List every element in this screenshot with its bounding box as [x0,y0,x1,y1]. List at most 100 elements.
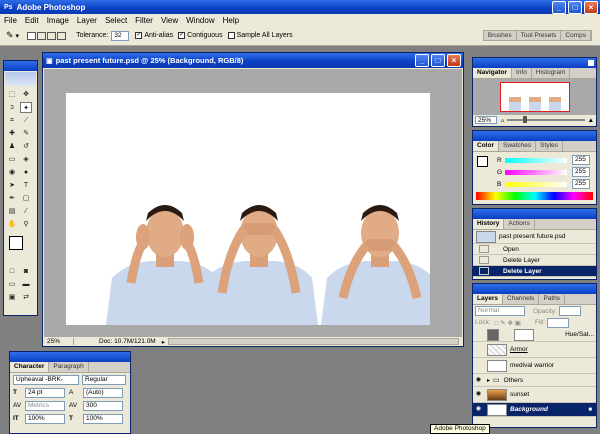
subtract-selection-icon[interactable] [47,31,57,40]
screen-mode-full-icon[interactable]: ▬ [20,279,32,290]
tab-navigator[interactable]: Navigator [473,68,512,78]
tab-paragraph[interactable]: Paragraph [49,362,89,372]
history-item[interactable]: Open [473,244,596,255]
tab-channels[interactable]: Channels [503,294,540,304]
dodge-tool-icon[interactable]: ● [20,167,32,178]
channel-b-input[interactable]: 255 [572,179,590,189]
tab-color[interactable]: Color [473,141,499,151]
menu-select[interactable]: Select [101,16,131,25]
eye-icon[interactable]: ◉ [473,389,484,400]
kerning-input[interactable]: Metrics [25,400,65,411]
tab-swatches[interactable]: Swatches [499,141,537,151]
history-item-selected[interactable]: Delete Layer [473,266,596,277]
quickmask-mode-icon[interactable]: ◙ [20,266,32,277]
channel-b-slider[interactable] [505,181,567,187]
font-style-select[interactable]: Regular [82,374,126,385]
channel-g-input[interactable]: 255 [572,167,590,177]
layer-row[interactable]: Armor [473,342,596,358]
font-size-input[interactable]: 24 pt [25,387,65,398]
well-tab-brushes[interactable]: Brushes [484,31,517,40]
navigator-view-box[interactable] [499,82,570,112]
menu-help[interactable]: Help [219,16,243,25]
layer-row-selected[interactable]: ◉ Background ■ [473,403,596,417]
move-tool-icon[interactable]: ✥ [20,89,32,100]
navigator-close-icon[interactable] [588,60,594,66]
navigator-zoom-input[interactable]: 25% [475,116,497,124]
contiguous-checkbox[interactable]: ✓ [178,32,186,39]
menu-file[interactable]: File [0,16,21,25]
tool-preset-dropdown-icon[interactable]: ▾ [16,32,20,40]
tab-history[interactable]: History [473,219,505,229]
sample-all-checkbox[interactable] [227,32,235,39]
shape-tool-icon[interactable]: ▢ [20,193,32,204]
tab-info[interactable]: Info [512,68,532,78]
eraser-tool-icon[interactable]: ▭ [6,154,18,165]
channel-g-slider[interactable] [505,169,567,175]
layer-row[interactable]: Hue/Sat... [473,328,596,342]
path-selection-icon[interactable]: ➤ [6,180,18,191]
image-canvas[interactable] [66,93,430,325]
tracking-input[interactable]: 300 [83,400,123,411]
crop-tool-icon[interactable]: ⌗ [6,115,18,126]
history-snapshot[interactable]: past present future.psd [473,230,596,244]
tab-styles[interactable]: Styles [536,141,563,151]
close-icon[interactable]: × [584,0,598,14]
screen-mode-standard-icon[interactable]: ▭ [6,279,18,290]
new-selection-icon[interactable] [27,31,37,40]
eye-icon[interactable]: ◉ [473,375,484,386]
horizontal-scrollbar[interactable] [168,338,459,345]
magic-wand-icon[interactable]: ✎ [6,30,14,41]
tab-character[interactable]: Character [10,362,50,372]
menu-view[interactable]: View [157,16,182,25]
zoom-in-icon[interactable]: ▲ [588,117,594,124]
status-menu-arrow-icon[interactable]: ▸ [162,338,165,346]
menu-layer[interactable]: Layer [73,16,101,25]
fill-input[interactable] [547,317,570,328]
opacity-input[interactable] [558,306,581,316]
eyedropper-icon[interactable]: ⁄ [20,206,32,217]
pen-tool-icon[interactable]: ✒ [6,193,18,204]
zoom-slider-thumb[interactable] [522,116,527,123]
tab-paths[interactable]: Paths [539,294,566,304]
vertical-scale-input[interactable]: 100% [25,413,65,424]
layer-visibility-icon[interactable] [473,329,484,340]
lasso-tool-icon[interactable]: ↄ [6,102,18,113]
group-expand-icon[interactable]: ▸ [487,377,490,384]
document-close-icon[interactable]: × [447,54,461,67]
paint-bucket-icon[interactable]: ◈ [20,154,32,165]
font-family-select[interactable]: Upheaval -BRK- [13,374,79,385]
notes-tool-icon[interactable]: ▤ [6,206,18,217]
layer-group-row[interactable]: ◉ ▸ ▭ Others [473,374,596,387]
well-tab-tool-presets[interactable]: Tool Presets [517,31,562,40]
tolerance-input[interactable]: 32 [111,30,130,41]
layer-visibility-icon[interactable] [473,344,484,355]
history-item[interactable]: Delete Layer [473,255,596,266]
horizontal-scale-input[interactable]: 100% [83,413,123,424]
hand-tool-icon[interactable]: ✋ [6,219,18,230]
blur-tool-icon[interactable]: ◉ [6,167,18,178]
layer-row[interactable]: ◉ sunset [473,387,596,403]
channel-r-input[interactable]: 255 [572,155,590,165]
antialias-checkbox[interactable]: ✓ [135,32,143,39]
document-maximize-icon[interactable]: □ [431,54,445,67]
jump-to-imageready-icon[interactable]: ⇄ [20,292,32,303]
minimize-icon[interactable]: _ [552,0,566,14]
color-ramp[interactable] [476,192,593,200]
slice-tool-icon[interactable]: ⟋ [20,115,32,126]
marquee-tool-icon[interactable]: ⬚ [6,89,18,100]
color-fg-swatch[interactable] [477,156,488,167]
foreground-color[interactable] [9,236,23,250]
zoom-out-icon[interactable]: ▵ [501,116,504,124]
blend-mode-select[interactable]: Normal [475,306,525,316]
document-minimize-icon[interactable]: _ [415,54,429,67]
zoom-tool-icon[interactable]: ⚲ [20,219,32,230]
lock-icons[interactable]: □ ✎ ✥ ▣ [495,319,521,327]
maximize-icon[interactable]: □ [568,0,582,14]
type-tool-icon[interactable]: T [20,180,32,191]
screen-mode-menu-icon[interactable]: ▣ [6,292,18,303]
menu-edit[interactable]: Edit [21,16,43,25]
standard-mode-icon[interactable]: □ [6,266,18,277]
channel-r-slider[interactable] [505,157,567,163]
brush-tool-icon[interactable]: ✎ [20,128,32,139]
zoom-slider[interactable] [507,116,585,123]
